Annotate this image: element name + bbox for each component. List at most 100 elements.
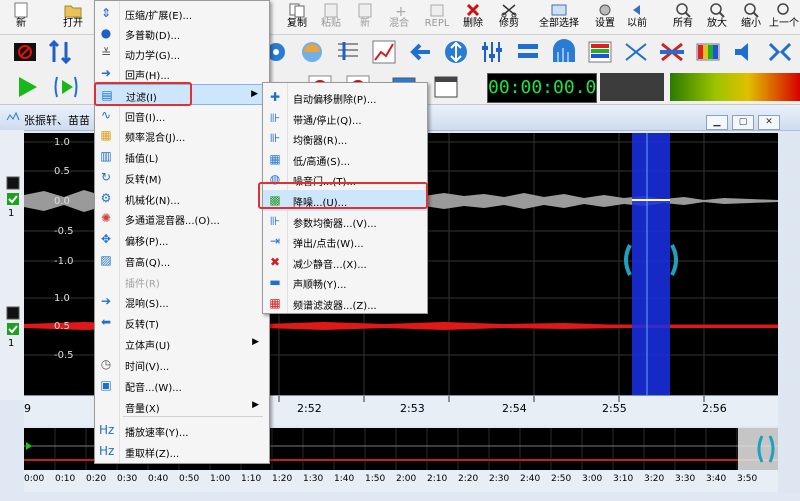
menu-item-resample[interactable]: Hz 重取样(Z)...: [95, 441, 269, 462]
submenu-arrow-icon: ▶: [252, 337, 259, 347]
filter-item-silence-reduce[interactable]: ✖ 减少静音...(X)...: [263, 252, 427, 273]
fade-cross-icon[interactable]: [622, 38, 650, 66]
trim-icon: [501, 4, 517, 18]
time-display: 00:00:00.0: [487, 73, 597, 103]
stop-record-icon[interactable]: [12, 38, 40, 66]
zoom-in-button[interactable]: 放大: [700, 0, 734, 34]
menu-item-doppler[interactable]: ● 多普勒(D)...: [95, 23, 269, 44]
menu-item-time[interactable]: ◷ 时间(V)...: [95, 354, 269, 375]
y-label: 0.5: [54, 166, 70, 177]
paste-new-button[interactable]: 新: [348, 0, 382, 34]
filter-item-label: 参数均衡器...(V)...: [293, 218, 377, 230]
settings-button[interactable]: 设置: [588, 0, 622, 34]
overview-time-label: 2:40: [520, 474, 541, 484]
restore-button[interactable]: ▢: [732, 115, 754, 130]
menu-item-plugin[interactable]: 插件(R): [95, 271, 269, 292]
y-label: 1.0: [54, 293, 70, 304]
envelope-arch-icon[interactable]: [550, 38, 578, 66]
effect-notes-icon[interactable]: [334, 38, 362, 66]
menu-item-label: 多普勒(D)...: [125, 31, 181, 42]
filter-item-label: 声顺畅(Y)...: [293, 280, 347, 292]
overview-time-label: 3:40: [706, 474, 727, 484]
menu-item-label: 动力学(G)...: [125, 51, 181, 62]
menu-item-stereo[interactable]: 立体声(U) ▶: [95, 333, 269, 354]
channel-swap-icon[interactable]: [46, 38, 74, 66]
copy-button[interactable]: 复制: [280, 0, 314, 34]
previous-button[interactable]: 以前: [620, 0, 654, 34]
zoom-out-button[interactable]: 缩小: [734, 0, 768, 34]
overview-time-label: 3:10: [613, 474, 634, 484]
overview-time-label: 2:10: [427, 474, 448, 484]
menu-item-interpolate[interactable]: ▥ 插值(L): [95, 146, 269, 167]
channel-enabled-icon[interactable]: [6, 192, 20, 206]
filter-item-bandpass[interactable]: ⊪ 带通/停止(Q)...: [263, 108, 427, 129]
overview-time-label: 3:50: [737, 474, 758, 484]
menu-item-frequency-mix[interactable]: ▦ 频率混合(J)...: [95, 125, 269, 146]
replace-button[interactable]: REPL: [420, 0, 454, 34]
filter-item-equalizer[interactable]: ⊪ 均衡器(R)...: [263, 128, 427, 149]
trim-button[interactable]: 修剪: [492, 0, 526, 34]
select-all-button[interactable]: 全部选择: [534, 0, 584, 34]
vertical-scrollbar[interactable]: [778, 133, 800, 493]
select-all-icon: [551, 4, 567, 16]
minimize-button[interactable]: ▁: [706, 115, 728, 130]
menu-item-dynamics[interactable]: ≚ 动力学(G)...: [95, 43, 269, 64]
offset-icon: ✥: [100, 232, 112, 246]
arrow-left-icon[interactable]: [406, 38, 434, 66]
overview-time-label: 3:30: [675, 474, 696, 484]
menu-item-label: 播放速率(Y)...: [125, 428, 189, 439]
menu-item-echo[interactable]: ➜ 回声(H)...: [95, 63, 269, 84]
expand-vertical-icon[interactable]: [442, 38, 470, 66]
filter-item-lowhigh-pass[interactable]: ▦ 低/高通(S)...: [263, 149, 427, 170]
menu-item-compress[interactable]: ⇕ 压缩/扩展(E)...: [95, 3, 269, 24]
filter-item-parametric-eq[interactable]: ⊪ 参数均衡器...(V)...: [263, 211, 427, 232]
filter-item-smooth[interactable]: ▬ 声顺畅(Y)...: [263, 272, 427, 293]
overview-time-label: 2:30: [489, 474, 510, 484]
menu-item-invert[interactable]: ↻ 反转(M): [95, 167, 269, 188]
pitch-icon: ▨: [100, 253, 112, 267]
delete-button[interactable]: 删除: [456, 0, 490, 34]
play-selection-icon[interactable]: [52, 73, 80, 101]
new-button[interactable]: 新: [4, 0, 38, 34]
previous-marker-button[interactable]: 上一个: [768, 0, 800, 34]
filter-item-click-pop[interactable]: ⇥ 弹出/点击(W)...: [263, 231, 427, 252]
menu-item-multichannel-mixer[interactable]: ✺ 多通道混音器...(O)...: [95, 208, 269, 229]
menu-item-reverb[interactable]: ∿ 回音(I)...: [95, 105, 269, 126]
speaker-icon[interactable]: [730, 38, 758, 66]
open-button[interactable]: 打开: [56, 0, 90, 34]
effect-swirl-icon[interactable]: [298, 38, 326, 66]
channel2-toggle-icon[interactable]: [6, 306, 20, 320]
overview-time-label: 0:50: [179, 474, 200, 484]
filter-item-auto-offset[interactable]: ✚ 自动偏移删除(P)...: [263, 87, 427, 108]
mix-paste-button[interactable]: + 混合: [382, 0, 416, 34]
filter-highlight-box: [94, 82, 192, 106]
menu-separator: [123, 416, 263, 417]
menu-item-volume[interactable]: 音量(X) ▶: [95, 396, 269, 417]
normalize-icon[interactable]: [514, 38, 542, 66]
menu-item-robotize[interactable]: ⚙ 机械化(N)...: [95, 188, 269, 209]
effect-chart-icon[interactable]: [370, 38, 398, 66]
menu-item-label: 机械化(N)...: [125, 196, 180, 207]
color-spectrum-icon[interactable]: [694, 38, 722, 66]
channel2-enabled-icon[interactable]: [6, 322, 20, 336]
mixer-sliders-icon[interactable]: [478, 38, 506, 66]
close-button[interactable]: ✕: [758, 115, 780, 130]
menu-item-offset[interactable]: ✥ 偏移(P)...: [95, 229, 269, 250]
menu-item-voiceover[interactable]: ▣ 配音...(W)...: [95, 375, 269, 396]
paste-button[interactable]: 粘贴: [314, 0, 348, 34]
remove-silence-icon[interactable]: [658, 38, 686, 66]
menu-item-label: 多通道混音器...(O)...: [125, 216, 220, 227]
menu-item-reverb2[interactable]: ➔ 混响(S)...: [95, 291, 269, 312]
channel-toggle-icon[interactable]: [6, 176, 20, 190]
menu-item-label: 立体声(U): [125, 341, 171, 352]
menu-item-reverse[interactable]: ⬅ 反转(T): [95, 312, 269, 333]
menu-item-pitch[interactable]: ▨ 音高(Q)...: [95, 250, 269, 271]
channel-join-icon[interactable]: [766, 38, 794, 66]
spectrum-icon[interactable]: [586, 38, 614, 66]
filter-item-spectral-filter[interactable]: ▦ 频谱滤波器...(Z)...: [263, 293, 427, 314]
window-icon[interactable]: [432, 73, 460, 101]
zoom-all-button[interactable]: 所有: [666, 0, 700, 34]
menu-item-playback-rate[interactable]: Hz 播放速率(Y)...: [95, 420, 269, 441]
play-icon[interactable]: [14, 73, 42, 101]
resample-icon: Hz: [99, 444, 115, 458]
